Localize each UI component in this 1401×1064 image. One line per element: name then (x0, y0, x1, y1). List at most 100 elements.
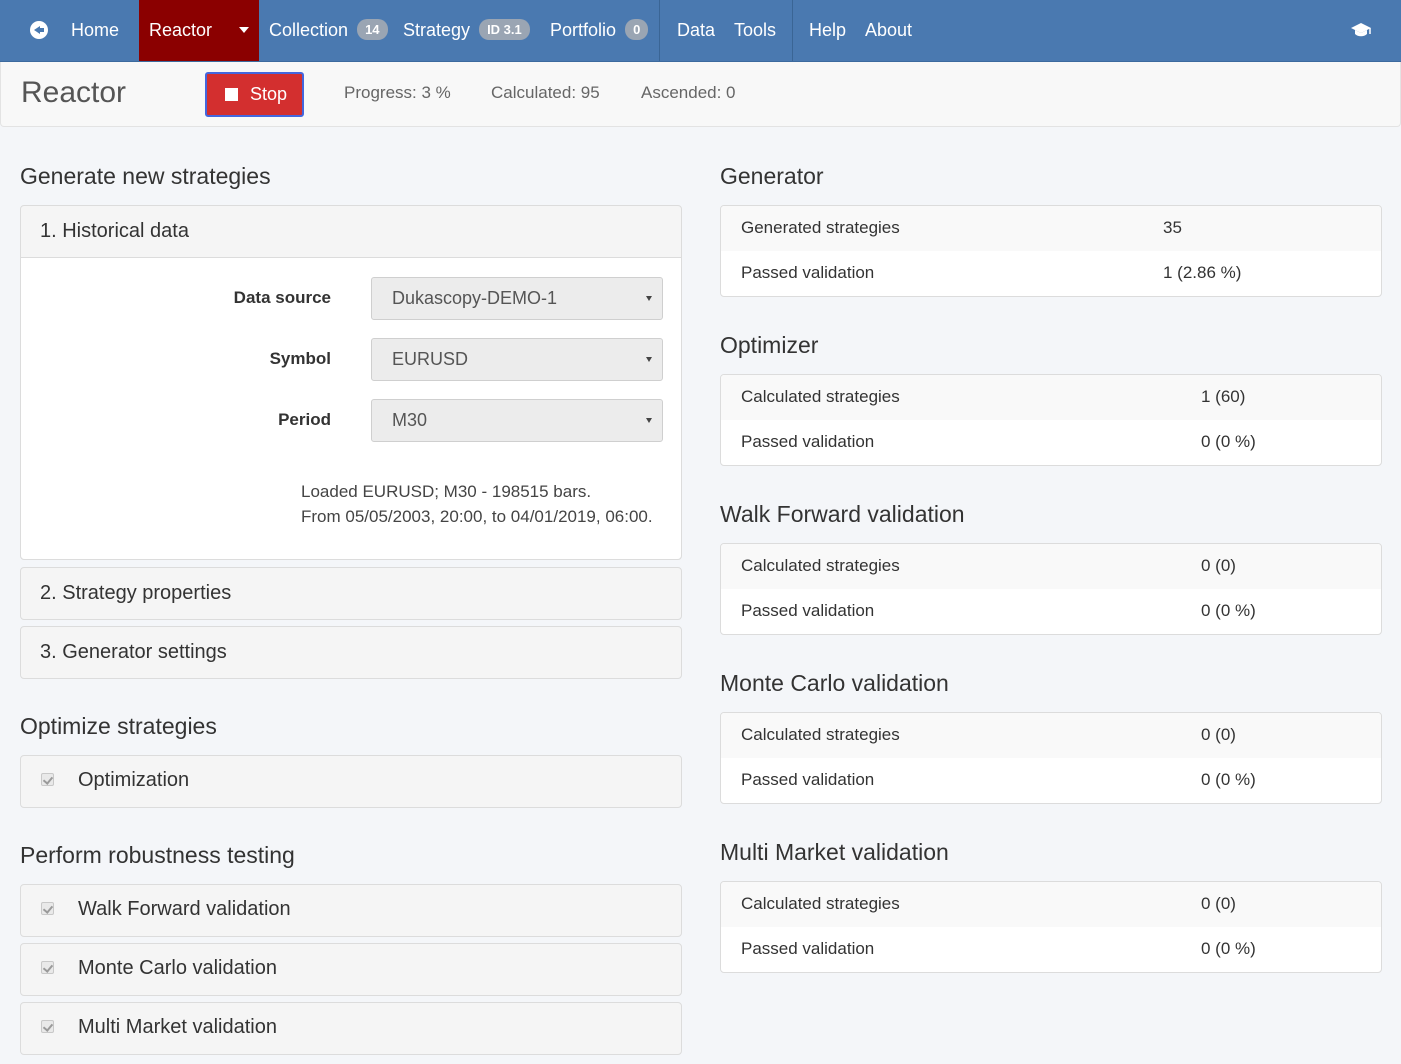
nav-divider (792, 0, 793, 61)
row-value: 0 (0 %) (1201, 432, 1256, 451)
walk-forward-label: Walk Forward validation (78, 898, 291, 920)
stop-button[interactable]: Stop (205, 72, 304, 117)
nav-portfolio[interactable]: Portfolio 0 (550, 0, 649, 61)
walk-forward-checkbox[interactable] (41, 902, 54, 915)
row-label: Generated strategies (741, 218, 900, 237)
row-value: 1 (2.86 %) (1163, 263, 1242, 282)
dropdown-arrow-icon (646, 357, 652, 362)
nav-collection[interactable]: Collection 14 (269, 0, 388, 61)
nav-help[interactable]: Help (809, 0, 846, 61)
dropdown-arrow-icon (646, 418, 652, 423)
nav-about[interactable]: About (865, 0, 912, 61)
walk-forward-heading: Walk Forward validation (720, 501, 965, 527)
dropdown-arrow-icon (646, 296, 652, 301)
walk-forward-row: Walk Forward validation (21, 885, 681, 936)
nav-collection-label: Collection (269, 20, 349, 40)
nav-data[interactable]: Data (677, 0, 715, 61)
portfolio-count-badge: 0 (625, 19, 649, 40)
optimization-checkbox[interactable] (41, 773, 54, 786)
calculated-text: Calculated: 95 (491, 83, 600, 102)
row-value: 0 (0 %) (1201, 601, 1256, 620)
nav-strategy-label: Strategy (403, 20, 471, 40)
optimizer-heading: Optimizer (720, 332, 819, 358)
optimization-row: Optimization (21, 756, 681, 807)
ascended-text: Ascended: 0 (641, 83, 736, 102)
row-label: Passed validation (741, 432, 875, 451)
row-label: Calculated strategies (741, 894, 900, 913)
nav-home-label: Home (71, 20, 120, 40)
nav-portfolio-label: Portfolio (550, 20, 617, 40)
historical-data-body: Data source Dukascopy-DEMO-1 Symbol EURU… (21, 257, 681, 559)
multi-market-row: Multi Market validation (21, 1003, 681, 1054)
row-value: 0 (0) (1201, 556, 1236, 575)
generator-settings-panel[interactable]: 3. Generator settings (20, 626, 682, 679)
multi-market-checkbox[interactable] (41, 1020, 54, 1033)
table-row: Passed validation 0 (0 %) (721, 420, 1381, 465)
strategy-id-badge: ID 3.1 (479, 19, 530, 40)
monte-carlo-table: Calculated strategies 0 (0) Passed valid… (720, 712, 1382, 804)
nav-strategy[interactable]: Strategy ID 3.1 (403, 0, 530, 61)
table-row: Calculated strategies 0 (0) (721, 882, 1381, 927)
nav-tools[interactable]: Tools (734, 0, 776, 61)
strategy-properties-panel[interactable]: 2. Strategy properties (20, 567, 682, 620)
generator-table: Generated strategies 35 Passed validatio… (720, 205, 1382, 297)
row-label: Passed validation (741, 263, 875, 282)
optimize-heading: Optimize strategies (20, 713, 217, 739)
row-value: 0 (0 %) (1201, 939, 1256, 958)
table-row: Passed validation 1 (2.86 %) (721, 251, 1381, 296)
page-title: Reactor (21, 76, 127, 109)
table-row: Passed validation 0 (0 %) (721, 758, 1381, 803)
row-label: Passed validation (741, 770, 875, 789)
collection-count-badge: 14 (357, 19, 388, 40)
optimization-panel: Optimization (20, 755, 682, 808)
table-row: Generated strategies 35 (721, 206, 1381, 251)
circle-arrow-left-icon (30, 21, 48, 39)
period-select[interactable]: M30 (371, 399, 663, 442)
monte-carlo-label: Monte Carlo validation (78, 957, 277, 979)
top-navbar: Home Reactor Collection 14 Strategy ID 3… (0, 0, 1401, 62)
historical-data-panel: 1. Historical data Data source Dukascopy… (20, 205, 682, 560)
symbol-label: Symbol (269, 349, 331, 368)
chevron-down-icon[interactable] (239, 27, 250, 33)
walk-forward-table: Calculated strategies 0 (0) Passed valid… (720, 543, 1382, 635)
historical-data-header[interactable]: 1. Historical data (21, 206, 681, 257)
nav-home[interactable]: Home (30, 0, 119, 61)
row-value: 0 (0 %) (1201, 770, 1256, 789)
stop-icon (225, 88, 238, 101)
row-label: Passed validation (741, 939, 875, 958)
graduation-cap-icon[interactable] (1350, 0, 1372, 61)
nav-reactor[interactable]: Reactor (139, 0, 259, 61)
monte-carlo-row: Monte Carlo validation (21, 944, 681, 995)
multi-market-table: Calculated strategies 0 (0) Passed valid… (720, 881, 1382, 973)
period-value: M30 (392, 410, 428, 430)
generator-heading: Generator (720, 163, 824, 189)
row-value: 35 (1163, 218, 1182, 237)
loaded-info-line1: Loaded EURUSD; M30 - 198515 bars. (301, 482, 592, 501)
row-label: Passed validation (741, 601, 875, 620)
row-value: 0 (0) (1201, 894, 1236, 913)
data-source-value: Dukascopy-DEMO-1 (392, 288, 558, 308)
monte-carlo-panel: Monte Carlo validation (20, 943, 682, 996)
table-row: Calculated strategies 1 (60) (721, 375, 1381, 420)
optimizer-table: Calculated strategies 1 (60) Passed vali… (720, 374, 1382, 466)
data-source-label: Data source (233, 288, 331, 307)
row-value: 1 (60) (1201, 387, 1246, 406)
symbol-select[interactable]: EURUSD (371, 338, 663, 381)
table-row: Calculated strategies 0 (0) (721, 544, 1381, 589)
nav-reactor-label: Reactor (149, 20, 213, 40)
strategy-properties-header[interactable]: 2. Strategy properties (21, 568, 681, 619)
multi-market-heading: Multi Market validation (720, 839, 949, 865)
optimization-label: Optimization (78, 769, 190, 791)
multi-market-panel: Multi Market validation (20, 1002, 682, 1055)
multi-market-label: Multi Market validation (78, 1016, 277, 1038)
table-row: Calculated strategies 0 (0) (721, 713, 1381, 758)
progress-text: Progress: 3 % (344, 83, 451, 102)
row-value: 0 (0) (1201, 725, 1236, 744)
monte-carlo-checkbox[interactable] (41, 961, 54, 974)
stop-button-label: Stop (250, 84, 288, 104)
generator-settings-header[interactable]: 3. Generator settings (21, 627, 681, 678)
monte-carlo-heading: Monte Carlo validation (720, 670, 949, 696)
generate-heading: Generate new strategies (20, 163, 271, 189)
data-source-select[interactable]: Dukascopy-DEMO-1 (371, 277, 663, 320)
walk-forward-panel: Walk Forward validation (20, 884, 682, 937)
